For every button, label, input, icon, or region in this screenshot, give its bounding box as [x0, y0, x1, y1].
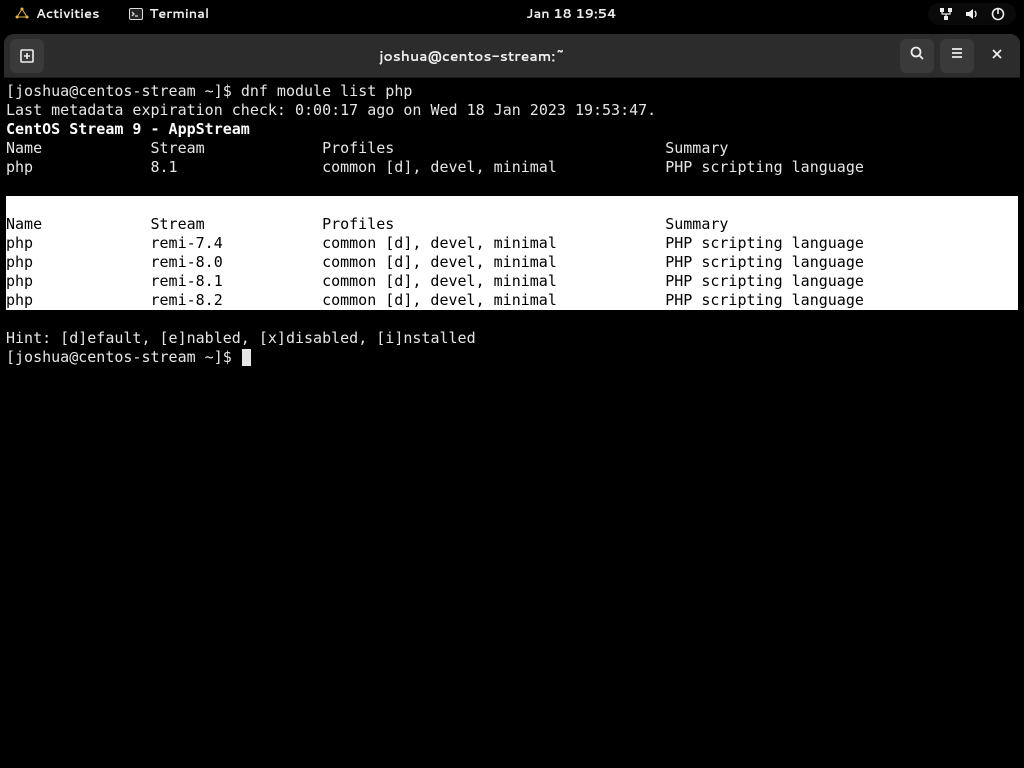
terminal-app-icon [128, 6, 144, 22]
search-icon [909, 44, 925, 67]
terminal-output[interactable]: [joshua@centos-stream ~]$ dnf module lis… [4, 78, 1020, 764]
window-titlebar: joshua@centos-stream:~ [4, 34, 1020, 78]
network-icon [938, 6, 954, 22]
power-icon [990, 6, 1006, 22]
close-icon [990, 44, 1004, 67]
menu-button[interactable] [940, 39, 974, 73]
system-status-area[interactable] [928, 3, 1016, 25]
activities-label: Activities [36, 5, 100, 23]
close-button[interactable] [980, 39, 1014, 73]
search-button[interactable] [900, 39, 934, 73]
terminal-window: joshua@centos-stream:~ [joshua@centos-st… [4, 34, 1020, 764]
current-app-label: Terminal [150, 5, 210, 23]
gnome-top-bar: Activities Terminal Jan 18 19:54 [0, 0, 1024, 28]
clock-button[interactable]: Jan 18 19:54 [520, 3, 622, 25]
clock-text: Jan 18 19:54 [526, 5, 616, 23]
hamburger-icon [949, 44, 965, 67]
new-tab-button[interactable] [10, 39, 44, 73]
activities-icon [14, 6, 30, 22]
volume-icon [964, 6, 980, 22]
current-app-button[interactable]: Terminal [122, 3, 216, 25]
activities-button[interactable]: Activities [8, 3, 106, 25]
window-title: joshua@centos-stream:~ [50, 46, 894, 66]
